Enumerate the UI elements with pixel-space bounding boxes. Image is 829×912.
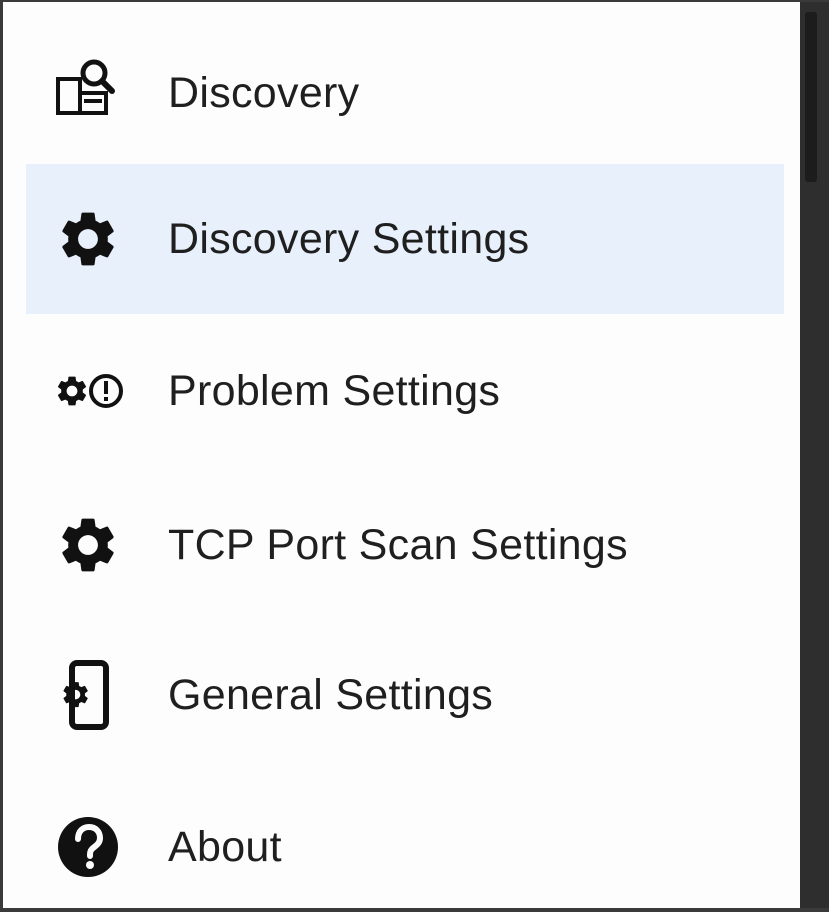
menu-item-discovery-settings[interactable]: Discovery Settings xyxy=(26,164,784,314)
menu-item-discovery[interactable]: Discovery xyxy=(26,18,784,168)
navigation-drawer-window: Discovery Discovery Settings Problem Set… xyxy=(0,0,829,912)
menu-item-problem-settings[interactable]: Problem Settings xyxy=(26,316,784,466)
gear-alert-icon xyxy=(50,353,126,429)
menu-item-label: Discovery Settings xyxy=(168,214,530,263)
menu-item-tcp-port-scan-settings[interactable]: TCP Port Scan Settings xyxy=(26,470,784,620)
help-circle-icon xyxy=(50,809,126,885)
menu-item-label: TCP Port Scan Settings xyxy=(168,520,628,569)
menu-item-label: Discovery xyxy=(168,68,360,117)
menu-item-label: About xyxy=(168,822,282,871)
navigation-drawer: Discovery Discovery Settings Problem Set… xyxy=(6,4,800,908)
discovery-search-icon xyxy=(50,55,126,131)
menu-item-about[interactable]: About xyxy=(26,772,784,908)
menu-item-general-settings[interactable]: General Settings xyxy=(26,620,784,770)
scrollbar-thumb[interactable] xyxy=(805,12,817,182)
gear-icon xyxy=(50,201,126,277)
gear-icon xyxy=(50,507,126,583)
phone-settings-icon xyxy=(50,657,126,733)
menu-item-label: Problem Settings xyxy=(168,366,501,415)
menu-item-label: General Settings xyxy=(168,670,494,719)
